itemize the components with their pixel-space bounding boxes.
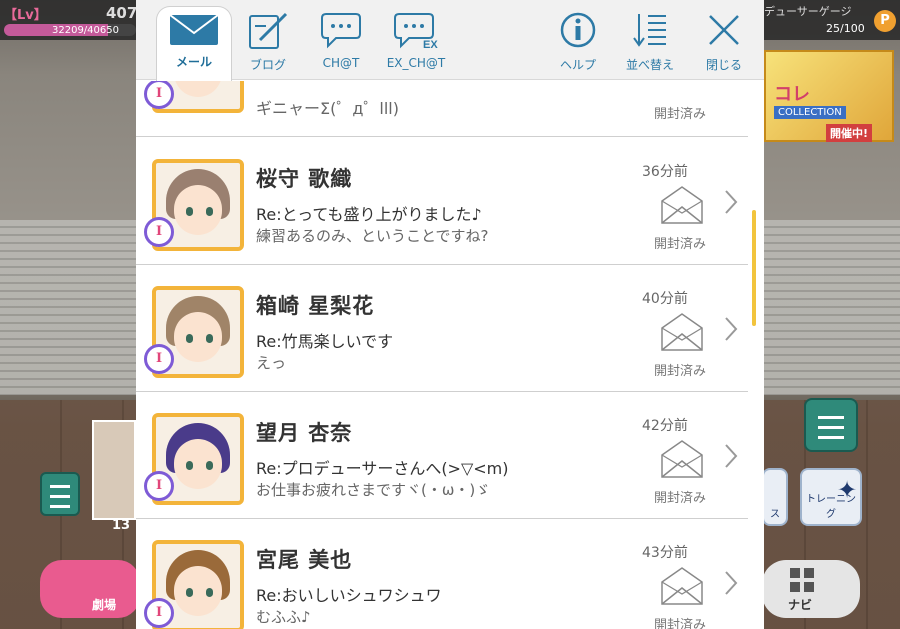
close-button[interactable]: 閉じる bbox=[698, 10, 750, 76]
lesson-label: ス bbox=[770, 509, 780, 520]
theater-label: 劇場 bbox=[92, 598, 117, 612]
help-label: ヘルプ bbox=[559, 58, 596, 72]
hamburger-icon bbox=[50, 485, 70, 488]
background-shutter-left bbox=[0, 220, 140, 395]
mail-subject: Re:とっても盛り上がりました♪ bbox=[256, 205, 482, 224]
theater-button[interactable]: 劇場 bbox=[40, 560, 140, 618]
idol-count: 13 bbox=[112, 518, 131, 533]
info-icon bbox=[560, 12, 596, 48]
mail-preview: 練習あるのみ、ということですね? bbox=[256, 227, 489, 245]
chat-icon bbox=[321, 13, 361, 49]
gauge-text: 25/100 bbox=[826, 22, 865, 35]
idol-badge-icon: I bbox=[144, 344, 174, 374]
tab-blog-label: ブログ bbox=[249, 58, 286, 72]
mail-row[interactable]: I 箱崎 星梨花 Re:竹馬楽しいです えっ 40分前 開封済み bbox=[136, 266, 748, 392]
training-label: トレーニング bbox=[806, 494, 856, 520]
sort-button[interactable]: 並べ替え bbox=[618, 10, 682, 76]
sort-label: 並べ替え bbox=[625, 58, 674, 72]
mail-row[interactable]: I 桜守 歌織 Re:とっても盛り上がりました♪ 練習あるのみ、ということですね… bbox=[136, 139, 748, 265]
opened-status: 開封済み bbox=[654, 107, 707, 122]
menu-button-left[interactable] bbox=[40, 472, 80, 516]
lesson-button[interactable]: ス bbox=[762, 468, 788, 526]
tab-chat[interactable]: CH@T bbox=[312, 10, 370, 76]
mail-time: 40分前 bbox=[642, 291, 688, 307]
mail-row[interactable]: I 宮尾 美也 Re:おいしいシュワシュワ むふふ♪ 43分前 開封済み bbox=[136, 520, 748, 629]
open-envelope-icon bbox=[661, 440, 703, 478]
mail-row[interactable]: I 望月 杏奈 Re:プロデューサーさんへ(>▽<m) お仕事お疲れさまですヾ(… bbox=[136, 393, 748, 519]
mail-list[interactable]: I ギニャーΣ(゜д゜lll) 開封済み I 桜守 歌織 Re:とっても盛り上が… bbox=[136, 81, 764, 629]
mail-panel: メール ブログ CH@T EX EX_CH@T ヘルプ 並べ替え 閉じる I ギ… bbox=[136, 0, 764, 629]
tab-ex-chat-label: EX_CH@T bbox=[386, 56, 446, 70]
event-banner-status: 開催中! bbox=[826, 124, 873, 142]
level-bar: 【Lv】 407 32209/40650 bbox=[0, 0, 138, 40]
level-tag: 【Lv】 bbox=[4, 8, 47, 23]
event-banner-title: コレ bbox=[774, 84, 810, 105]
menu-button-right[interactable] bbox=[804, 398, 858, 452]
navi-label: ナビ bbox=[788, 598, 813, 612]
gauge-label: デューサーゲージ bbox=[764, 5, 852, 18]
mail-time: 43分前 bbox=[642, 545, 688, 561]
mail-preview: お仕事お疲れさまですヾ(・ω・)ゞ bbox=[256, 481, 491, 499]
mail-preview: えっ bbox=[256, 354, 287, 372]
help-button[interactable]: ヘルプ bbox=[554, 10, 602, 76]
sender-name: 箱崎 星梨花 bbox=[256, 294, 375, 318]
background-shutter-right bbox=[760, 220, 900, 395]
idol-face bbox=[174, 185, 222, 235]
tab-mail-label: メール bbox=[175, 55, 212, 69]
mail-row-partial[interactable]: I ギニャーΣ(゜д゜lll) 開封済み bbox=[136, 81, 748, 137]
idol-badge-icon: I bbox=[144, 217, 174, 247]
hamburger-icon bbox=[818, 416, 844, 419]
ex-chat-icon: EX bbox=[394, 13, 438, 50]
event-banner-collection: COLLECTION bbox=[774, 106, 846, 119]
mail-toolbar: メール ブログ CH@T EX EX_CH@T ヘルプ 並べ替え 閉じる bbox=[136, 0, 764, 81]
mail-subject: Re:おいしいシュワシュワ bbox=[256, 586, 442, 605]
opened-status: 開封済み bbox=[654, 237, 707, 252]
training-button[interactable]: ✦ トレーニング bbox=[800, 468, 862, 526]
exp-text: 32209/40650 bbox=[52, 25, 119, 36]
sender-name: 桜守 歌織 bbox=[256, 167, 353, 191]
chevron-right-icon[interactable] bbox=[724, 570, 738, 596]
mail-preview: むふふ♪ bbox=[256, 608, 311, 626]
opened-status: 開封済み bbox=[654, 618, 707, 629]
tab-blog[interactable]: ブログ bbox=[236, 10, 300, 76]
sort-icon bbox=[633, 14, 666, 47]
grid-icon bbox=[790, 568, 814, 592]
navi-button[interactable]: ナビ bbox=[762, 560, 860, 618]
mail-icon bbox=[169, 14, 219, 45]
sender-name: 望月 杏奈 bbox=[256, 421, 353, 445]
opened-status: 開封済み bbox=[654, 364, 707, 379]
idol-face bbox=[174, 312, 222, 362]
idol-face bbox=[174, 566, 222, 616]
mail-time: 42分前 bbox=[642, 418, 688, 434]
chevron-right-icon[interactable] bbox=[724, 443, 738, 469]
event-banner[interactable]: コレ COLLECTION 開催中! bbox=[764, 50, 894, 142]
tab-ex-chat[interactable]: EX EX_CH@T bbox=[380, 10, 452, 76]
producer-gauge: デューサーゲージ 25/100 P bbox=[764, 0, 900, 40]
open-envelope-icon bbox=[661, 567, 703, 605]
open-envelope-icon bbox=[661, 313, 703, 351]
scrollbar-thumb[interactable] bbox=[752, 210, 756, 326]
blog-icon bbox=[249, 12, 288, 49]
sender-name: 宮尾 美也 bbox=[256, 548, 353, 572]
idol-badge-icon: I bbox=[144, 471, 174, 501]
close-label: 閉じる bbox=[705, 58, 742, 72]
close-icon bbox=[709, 15, 739, 45]
mail-subject: Re:プロデューサーさんへ(>▽<m) bbox=[256, 459, 509, 478]
idol-badge-icon: I bbox=[144, 81, 174, 109]
tab-chat-label: CH@T bbox=[322, 56, 360, 70]
tab-mail[interactable]: メール bbox=[156, 6, 232, 81]
chevron-right-icon[interactable] bbox=[724, 189, 738, 215]
open-envelope-icon bbox=[661, 186, 703, 224]
chevron-right-icon[interactable] bbox=[724, 316, 738, 342]
idol-badge-icon: I bbox=[144, 598, 174, 628]
level-value: 407 bbox=[106, 4, 138, 22]
mail-preview: ギニャーΣ(゜д゜lll) bbox=[256, 99, 399, 118]
opened-status: 開封済み bbox=[654, 491, 707, 506]
producer-point-icon: P bbox=[874, 10, 896, 32]
svg-text:EX: EX bbox=[423, 39, 438, 50]
idol-face bbox=[174, 439, 222, 489]
idol-card[interactable] bbox=[92, 420, 136, 520]
mail-subject: Re:竹馬楽しいです bbox=[256, 332, 394, 351]
mail-time: 36分前 bbox=[642, 164, 688, 180]
